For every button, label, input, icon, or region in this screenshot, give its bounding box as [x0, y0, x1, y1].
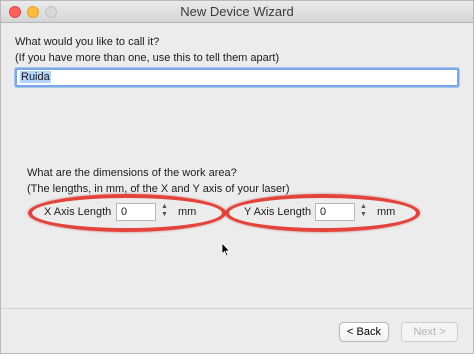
x-axis-stepper[interactable]: ▲ ▼: [159, 203, 170, 221]
wizard-window: New Device Wizard What would you like to…: [0, 0, 474, 354]
stepper-up-icon[interactable]: ▲: [358, 203, 369, 211]
stepper-down-icon[interactable]: ▼: [358, 211, 369, 219]
footer-divider: [1, 308, 473, 309]
y-axis-unit: mm: [377, 206, 396, 218]
stepper-up-icon[interactable]: ▲: [159, 203, 170, 211]
y-axis-stepper[interactable]: ▲ ▼: [358, 203, 369, 221]
next-button[interactable]: Next >: [401, 322, 458, 342]
name-question: What would you like to call it?: [15, 36, 160, 48]
window-title: New Device Wizard: [180, 4, 294, 19]
dimensions-question: What are the dimensions of the work area…: [27, 167, 237, 179]
dimensions-hint: (The lengths, in mm, of the X and Y axis…: [27, 183, 290, 195]
device-name-value: Ruida: [20, 71, 51, 83]
stepper-down-icon[interactable]: ▼: [159, 211, 170, 219]
name-hint: (If you have more than one, use this to …: [15, 52, 280, 64]
mouse-cursor-icon: [221, 242, 231, 257]
x-axis-length-input[interactable]: 0: [116, 203, 156, 221]
y-axis-label: Y Axis Length: [244, 206, 312, 218]
x-axis-label: X Axis Length: [44, 206, 112, 218]
back-button[interactable]: < Back: [339, 322, 389, 342]
y-axis-length-input[interactable]: 0: [315, 203, 355, 221]
title-bar: New Device Wizard: [1, 1, 473, 23]
device-name-input[interactable]: Ruida: [15, 68, 459, 87]
x-axis-unit: mm: [178, 206, 197, 218]
